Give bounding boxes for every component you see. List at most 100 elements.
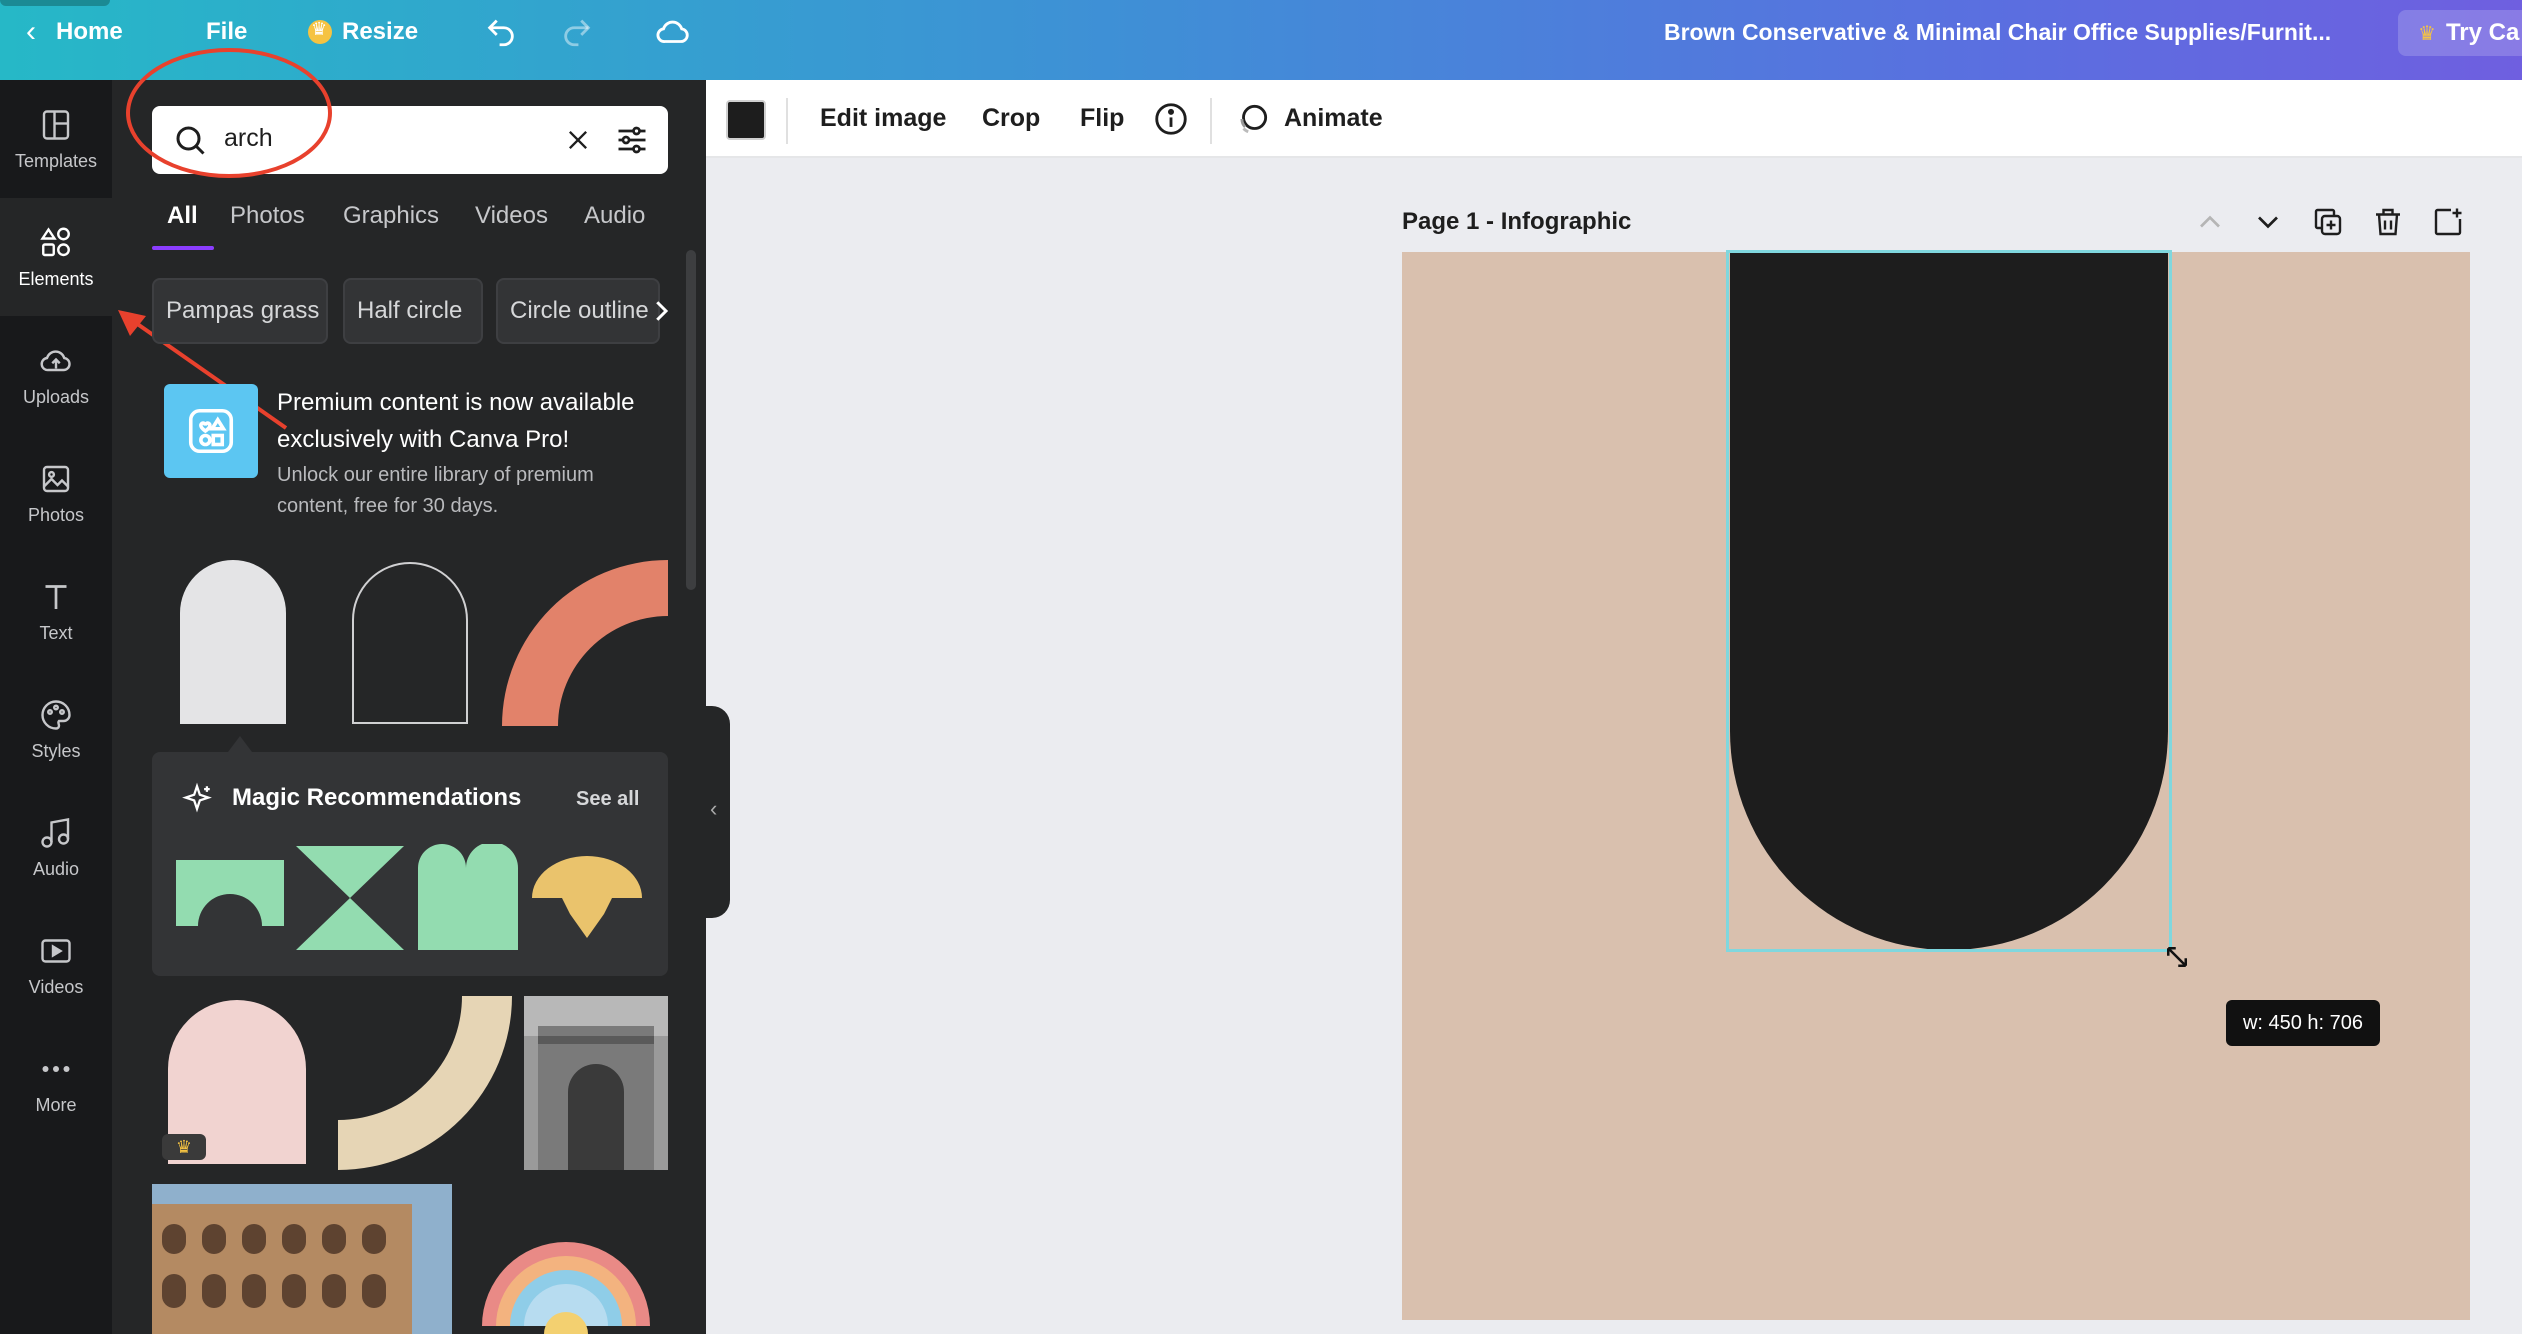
see-all-link[interactable]: See all xyxy=(576,788,639,811)
suggestion-chip[interactable]: Circle outline xyxy=(496,278,660,344)
color-swatch-button[interactable] xyxy=(726,100,766,140)
suggestion-chip[interactable]: Half circle xyxy=(343,278,483,344)
active-tab-underline xyxy=(152,246,214,250)
editor-toolbar xyxy=(706,80,2522,158)
crown-icon: ♛ xyxy=(2418,22,2436,45)
magic-item-fan[interactable] xyxy=(532,856,642,938)
animate-icon xyxy=(1240,104,1268,134)
rail-label: Styles xyxy=(31,740,81,761)
rail-item-text[interactable]: Text xyxy=(0,552,112,670)
chevron-left-icon: ‹ xyxy=(26,15,36,48)
result-beige-arc[interactable] xyxy=(338,996,512,1170)
clear-search-icon[interactable] xyxy=(564,126,592,154)
tab-all[interactable]: All xyxy=(167,202,198,230)
rail-item-more[interactable]: More xyxy=(0,1024,112,1142)
document-title-text: Brown Conservative & Minimal Chair Offic… xyxy=(1664,18,2332,45)
collapse-panel-handle[interactable]: ‹ xyxy=(706,706,730,918)
crop-button[interactable]: Crop xyxy=(982,104,1040,133)
result-quarter-arc[interactable] xyxy=(502,560,668,726)
chevron-right-icon[interactable] xyxy=(646,296,676,326)
tab-videos[interactable]: Videos xyxy=(475,202,548,230)
try-pro-label: Try Ca xyxy=(2445,19,2520,46)
magic-item-hourglass[interactable] xyxy=(296,846,404,950)
music-note-icon xyxy=(41,817,70,848)
duplicate-page-icon[interactable] xyxy=(2310,204,2346,240)
tab-audio[interactable]: Audio xyxy=(584,202,645,230)
rail-label: Uploads xyxy=(22,386,90,407)
file-label: File xyxy=(206,18,248,45)
edit-image-button[interactable]: Edit image xyxy=(820,104,946,133)
templates-icon xyxy=(42,109,70,140)
redo-button[interactable] xyxy=(560,0,594,64)
resize-button[interactable]: Resize xyxy=(308,0,418,64)
cloud-icon xyxy=(656,20,689,43)
document-title[interactable]: Brown Conservative & Minimal Chair Offic… xyxy=(1664,0,2331,64)
suggestion-chip[interactable]: Pampas grass xyxy=(152,278,328,344)
undo-icon xyxy=(487,19,514,47)
add-page-icon[interactable] xyxy=(2430,204,2466,240)
dimensions-tooltip: w: 450 h: 706 xyxy=(2226,1000,2380,1046)
panel-scrollbar[interactable] xyxy=(686,250,696,590)
resize-label: Resize xyxy=(342,18,419,45)
flip-button[interactable]: Flip xyxy=(1080,104,1124,133)
rail-item-videos[interactable]: Videos xyxy=(0,906,112,1024)
video-icon xyxy=(41,938,71,963)
undo-button[interactable] xyxy=(484,0,518,64)
chevron-up-icon[interactable] xyxy=(2192,204,2228,240)
left-rail: Templates Elements Uploads Photos Text S… xyxy=(0,80,112,1334)
result-rainbow[interactable] xyxy=(482,1236,650,1334)
toolbar-divider xyxy=(1210,98,1212,144)
rail-item-audio[interactable]: Audio xyxy=(0,788,112,906)
selection-outline xyxy=(1726,250,2172,952)
rail-label: Audio xyxy=(32,858,80,879)
text-icon xyxy=(45,584,67,609)
magic-item-double-arch[interactable] xyxy=(418,844,518,950)
page-title[interactable]: Page 1 - Infographic xyxy=(1402,208,1631,236)
rail-item-uploads[interactable]: Uploads xyxy=(0,316,112,434)
rail-item-styles[interactable]: Styles xyxy=(0,670,112,788)
home-button[interactable]: ‹ Home xyxy=(26,0,123,64)
info-icon[interactable] xyxy=(1152,100,1190,138)
promo-subtitle: Unlock our entire library of premium con… xyxy=(277,464,594,517)
rail-item-templates[interactable]: Templates xyxy=(0,80,112,198)
premium-crown-icon: ♛ xyxy=(162,1134,206,1160)
animate-button[interactable]: Animate xyxy=(1284,104,1383,133)
rail-label: Text xyxy=(39,622,73,643)
rail-label: Videos xyxy=(28,976,84,997)
result-gateway-photo[interactable] xyxy=(524,996,668,1170)
rail-label: Templates xyxy=(14,150,98,171)
trash-icon[interactable] xyxy=(2370,204,2406,240)
cloud-save-button[interactable] xyxy=(654,0,692,64)
popover-pointer xyxy=(228,736,252,752)
tab-graphics[interactable]: Graphics xyxy=(343,202,439,230)
canva-pro-icon xyxy=(164,384,258,478)
rail-item-photos[interactable]: Photos xyxy=(0,434,112,552)
resize-cursor-icon[interactable] xyxy=(2162,942,2192,972)
sparkle-icon xyxy=(182,782,212,813)
rail-label: Photos xyxy=(27,504,85,525)
chevron-left-icon: ‹ xyxy=(710,796,718,821)
rail-label: Elements xyxy=(18,268,94,289)
result-arch-outline[interactable] xyxy=(352,562,468,724)
annotation-circle xyxy=(126,48,332,178)
result-arch-solid[interactable] xyxy=(180,560,286,724)
filter-sliders-icon[interactable] xyxy=(614,122,650,158)
toolbar-divider xyxy=(786,98,788,144)
elements-icon xyxy=(40,226,70,256)
redo-icon xyxy=(564,19,591,47)
promo-title: Premium content is now available exclusi… xyxy=(277,389,635,453)
rail-item-elements[interactable]: Elements xyxy=(0,198,112,316)
rail-label: More xyxy=(35,1094,77,1115)
magic-title: Magic Recommendations xyxy=(232,784,522,811)
palette-icon xyxy=(41,699,71,730)
home-label: Home xyxy=(56,18,123,45)
try-pro-button[interactable]: ♛ Try Ca xyxy=(2398,10,2522,56)
crown-icon xyxy=(308,19,332,44)
tab-photos[interactable]: Photos xyxy=(230,202,305,230)
magic-item-arch-bridge[interactable] xyxy=(176,860,284,926)
top-bar: ‹ Home File Resize Brown Conservative & … xyxy=(0,0,2522,80)
chevron-down-icon[interactable] xyxy=(2250,204,2286,240)
result-colosseum-photo[interactable] xyxy=(152,1184,452,1334)
upload-cloud-icon xyxy=(40,349,71,371)
photo-icon xyxy=(42,465,70,492)
